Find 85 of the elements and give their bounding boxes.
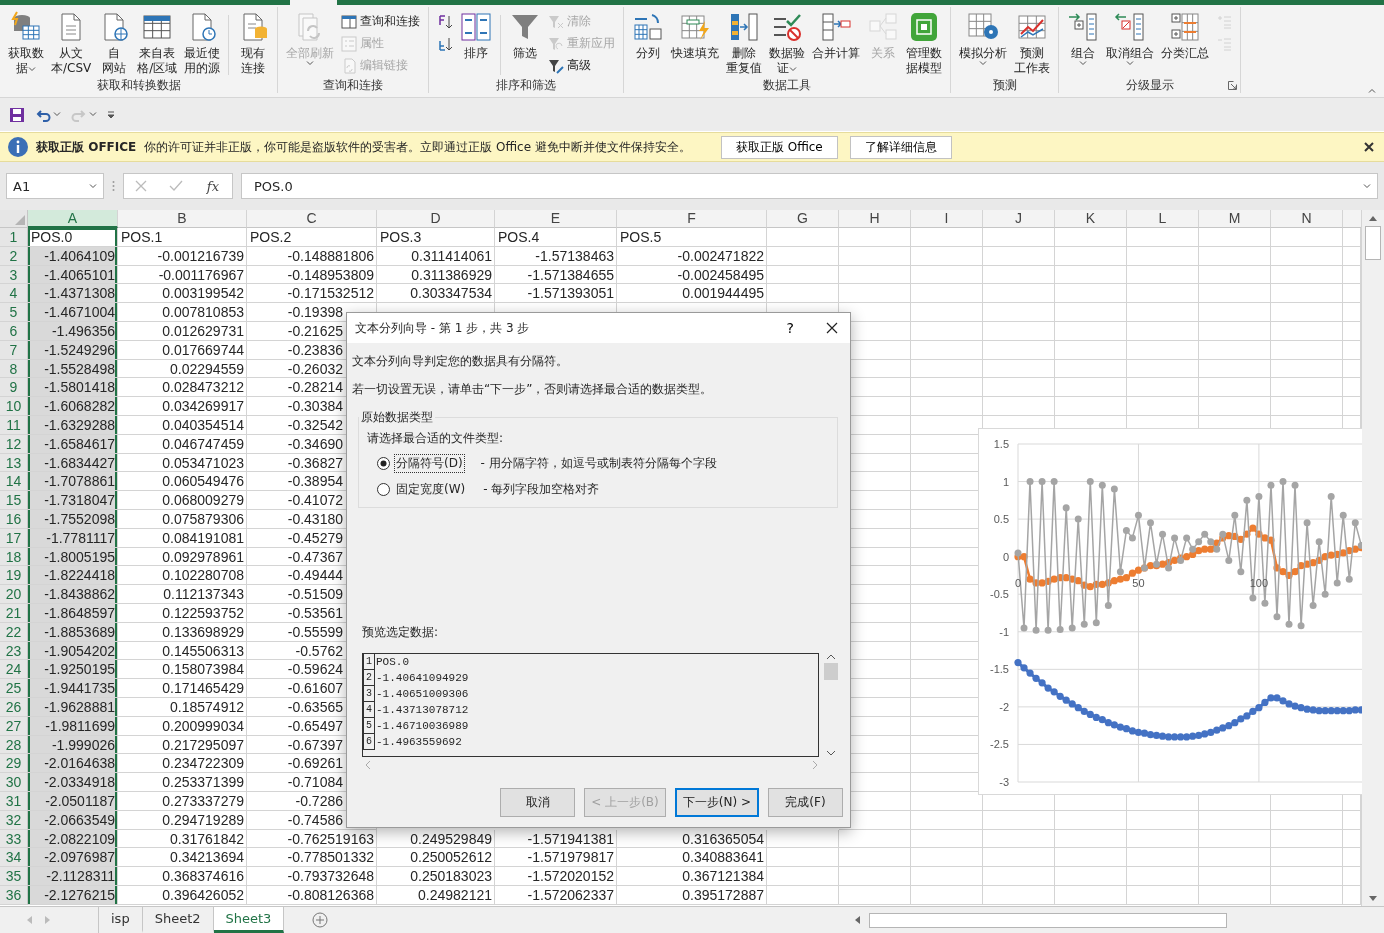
group-label: 分级显示	[1125, 78, 1174, 93]
table-cell: 0.158073984	[118, 660, 247, 680]
line-number: 6	[363, 734, 375, 750]
option-description: - 每列字段加空格对齐	[483, 481, 600, 498]
table-cell: -1.4671004	[28, 303, 118, 322]
line-number: 3	[363, 686, 375, 702]
group-label: 排序和筛选	[496, 78, 557, 93]
axis-label: 0	[1014, 576, 1022, 589]
table-cell: -1.6068282	[28, 397, 118, 416]
table-cell: -1.5801418	[28, 378, 118, 398]
table-cell: 0.068009279	[118, 491, 247, 510]
preview-line: -1.40651009306	[375, 687, 469, 702]
axis-label: -1.5	[990, 663, 1009, 676]
axis-label: 1	[1002, 475, 1009, 488]
line-number: 4	[363, 702, 375, 718]
table-cell: POS.0	[28, 228, 118, 247]
table-cell: -1.4371308	[28, 284, 118, 304]
table-cell: -1.8438862	[28, 585, 118, 604]
table-cell: -1.571941381	[495, 829, 617, 849]
table-cell: -1.7078861	[28, 472, 118, 492]
table-cell: 0.34213694	[118, 848, 247, 868]
warning-title: 获取正版 OFFICE	[36, 138, 137, 156]
axis-label: -2	[999, 700, 1009, 713]
table-cell: 0.253371399	[118, 773, 247, 792]
table-cell: 0.102280708	[118, 566, 247, 586]
table-cell: 0.250052612	[377, 848, 495, 868]
table-cell: 0.171465429	[118, 679, 247, 698]
table-cell: 0.003199542	[118, 284, 247, 304]
table-cell: POS.4	[495, 228, 617, 247]
axis-label: 100	[1249, 576, 1269, 589]
axis-label: 50	[1132, 576, 1145, 589]
line-number: 2	[363, 670, 375, 686]
axis-label: 0.5	[993, 513, 1009, 526]
table-cell: -1.571393051	[495, 284, 617, 304]
table-cell: 0.007810853	[118, 303, 247, 322]
warning-message: 你的许可证并非正版，你可能是盗版软件的受害者。立即通过正版 Office 避免中断并使文件保持安全。	[144, 138, 691, 156]
axis-label: 1.5	[993, 438, 1009, 450]
table-cell: POS.5	[617, 228, 767, 247]
table-cell: POS.3	[377, 228, 495, 247]
table-cell: 0.367121384	[617, 867, 767, 886]
group-label: 获取和转换数据	[96, 78, 181, 93]
table-cell: -1.572020152	[495, 867, 617, 886]
preview-line: POS.0	[375, 655, 409, 670]
table-cell: -2.0976987	[28, 848, 118, 868]
table-cell: 0.112137343	[118, 585, 247, 604]
table-cell: -2.0164638	[28, 754, 118, 774]
table-cell: -1.571979817	[495, 848, 617, 868]
table-cell: 0.303347534	[377, 284, 495, 304]
group-label: 查询和连接	[323, 78, 384, 93]
table-cell: POS.1	[118, 228, 247, 247]
table-cell: 0.250183023	[377, 867, 495, 886]
preview-line: -1.4963559692	[375, 735, 462, 750]
table-cell: 0.249529849	[377, 829, 495, 849]
table-cell: -0.171532512	[247, 284, 377, 304]
table-cell: 0.028473212	[118, 378, 247, 398]
table-cell: 0.060549476	[118, 472, 247, 492]
group-box-title: 原始数据类型	[359, 409, 435, 426]
preview-line: -1.40641094929	[375, 671, 469, 686]
table-cell: 0.001944495	[617, 284, 767, 304]
table-cell: 0.316365054	[617, 829, 767, 849]
table-cell: -2.1128311	[28, 867, 118, 886]
table-cell: -1.9441735	[28, 679, 118, 698]
table-cell: -1.7318047	[28, 491, 118, 510]
table-cell: -1.9250195	[28, 660, 118, 680]
option-description: - 用分隔字符，如逗号或制表符分隔每个字段	[480, 455, 717, 472]
table-cell: 0.234722309	[118, 754, 247, 774]
group-label: 数据工具	[763, 78, 812, 93]
preview-line: -1.46710036989	[375, 719, 469, 734]
preview-line: -1.43713078712	[375, 703, 469, 718]
group-label: 预测	[992, 78, 1017, 93]
table-cell: 0.034269917	[118, 397, 247, 416]
table-cell: POS.2	[247, 228, 377, 247]
line-number: 5	[363, 718, 375, 734]
table-cell: 0.340883641	[617, 848, 767, 868]
table-cell: -2.0334918	[28, 773, 118, 792]
axis-label: -1	[999, 625, 1009, 638]
table-cell: -1.8224418	[28, 566, 118, 586]
axis-label: 0	[1002, 550, 1009, 563]
axis-label: -3	[999, 776, 1009, 788]
axis-label: -0.5	[990, 588, 1009, 601]
axis-label: -2.5	[990, 738, 1009, 751]
table-cell: 0.368374616	[118, 867, 247, 886]
line-number: 1	[363, 654, 375, 670]
table-cell: -0.778501332	[247, 848, 377, 868]
table-cell: -0.793732648	[247, 867, 377, 886]
